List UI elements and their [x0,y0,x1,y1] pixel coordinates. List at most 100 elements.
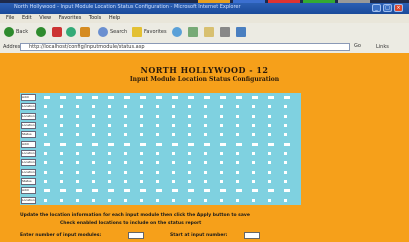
grid-value-cell[interactable] [236,189,242,193]
grid-value-cell[interactable] [252,142,258,146]
favorites-label[interactable]: Favorites [144,29,167,35]
grid-checkbox[interactable] [60,161,63,165]
go-button[interactable]: Go [354,43,372,51]
grid-checkbox[interactable] [220,198,223,202]
grid-checkbox[interactable] [140,152,143,155]
grid-value-cell[interactable] [44,96,50,99]
grid-value-cell[interactable] [172,142,178,146]
maximize-button[interactable]: □ [383,4,392,12]
grid-checkbox[interactable] [60,114,63,118]
forward-icon[interactable] [36,27,46,37]
grid-checkbox[interactable] [60,180,63,183]
grid-checkbox[interactable] [284,105,287,109]
grid-checkbox[interactable] [156,180,159,183]
grid-checkbox[interactable] [124,133,127,137]
grid-checkbox[interactable] [60,152,63,155]
grid-checkbox[interactable] [284,114,287,118]
grid-value-cell[interactable] [284,189,290,193]
grid-checkbox[interactable] [252,180,255,183]
grid-value-cell[interactable] [268,96,274,99]
grid-checkbox[interactable] [172,198,175,202]
grid-checkbox[interactable] [156,170,159,174]
grid-checkbox[interactable] [204,105,207,109]
grid-checkbox[interactable] [172,180,175,183]
history-icon[interactable] [188,27,198,37]
grid-checkbox[interactable] [156,161,159,165]
grid-checkbox[interactable] [268,124,271,127]
grid-value-cell[interactable] [140,189,146,193]
grid-checkbox[interactable] [172,105,175,109]
grid-checkbox[interactable] [172,161,175,165]
grid-checkbox[interactable] [284,170,287,174]
grid-value-cell[interactable] [156,142,162,146]
grid-checkbox[interactable] [124,180,127,183]
grid-value-cell[interactable] [204,96,210,99]
grid-checkbox[interactable] [124,170,127,174]
grid-checkbox[interactable] [92,152,95,155]
grid-value-cell[interactable] [108,96,114,99]
grid-checkbox[interactable] [124,114,127,118]
grid-checkbox[interactable] [124,105,127,109]
grid-checkbox[interactable] [76,105,79,109]
grid-checkbox[interactable] [156,105,159,109]
grid-checkbox[interactable] [92,198,95,202]
grid-checkbox[interactable] [188,180,191,183]
grid-checkbox[interactable] [172,124,175,127]
grid-checkbox[interactable] [172,152,175,155]
grid-checkbox[interactable] [140,133,143,137]
grid-checkbox[interactable] [220,170,223,174]
grid-value-cell[interactable] [60,189,66,193]
grid-checkbox[interactable] [44,161,47,165]
grid-value-cell[interactable] [92,189,98,193]
grid-checkbox[interactable] [76,152,79,155]
grid-checkbox[interactable] [108,161,111,165]
menu-file[interactable]: File [6,14,14,23]
grid-checkbox[interactable] [92,161,95,165]
grid-checkbox[interactable] [252,161,255,165]
grid-checkbox[interactable] [284,198,287,202]
home-icon[interactable] [80,27,90,37]
grid-checkbox[interactable] [140,124,143,127]
grid-checkbox[interactable] [156,133,159,137]
grid-checkbox[interactable] [92,133,95,137]
grid-value-cell[interactable] [204,142,210,146]
grid-checkbox[interactable] [204,124,207,127]
grid-value-cell[interactable] [140,96,146,99]
grid-value-cell[interactable] [236,142,242,146]
grid-checkbox[interactable] [76,114,79,118]
grid-value-cell[interactable] [204,189,210,193]
grid-checkbox[interactable] [236,161,239,165]
grid-value-cell[interactable] [220,96,226,99]
grid-checkbox[interactable] [220,124,223,127]
grid-value-cell[interactable] [252,189,258,193]
grid-checkbox[interactable] [76,180,79,183]
grid-checkbox[interactable] [156,198,159,202]
grid-checkbox[interactable] [220,133,223,137]
grid-checkbox[interactable] [204,170,207,174]
grid-value-cell[interactable] [108,189,114,193]
grid-checkbox[interactable] [60,105,63,109]
grid-value-cell[interactable] [220,142,226,146]
grid-value-cell[interactable] [172,96,178,99]
grid-checkbox[interactable] [140,114,143,118]
grid-checkbox[interactable] [236,170,239,174]
grid-checkbox[interactable] [220,105,223,109]
grid-checkbox[interactable] [236,105,239,109]
grid-checkbox[interactable] [44,133,47,137]
grid-checkbox[interactable] [108,180,111,183]
grid-checkbox[interactable] [284,180,287,183]
grid-checkbox[interactable] [108,198,111,202]
grid-value-cell[interactable] [156,96,162,99]
grid-checkbox[interactable] [44,105,47,109]
grid-value-cell[interactable] [284,142,290,146]
print-icon[interactable] [220,27,230,37]
grid-checkbox[interactable] [124,124,127,127]
grid-checkbox[interactable] [140,170,143,174]
grid-value-cell[interactable] [172,189,178,193]
grid-checkbox[interactable] [236,133,239,137]
grid-checkbox[interactable] [76,133,79,137]
grid-checkbox[interactable] [44,124,47,127]
grid-checkbox[interactable] [124,198,127,202]
links-label[interactable]: Links [376,44,389,50]
grid-checkbox[interactable] [124,152,127,155]
